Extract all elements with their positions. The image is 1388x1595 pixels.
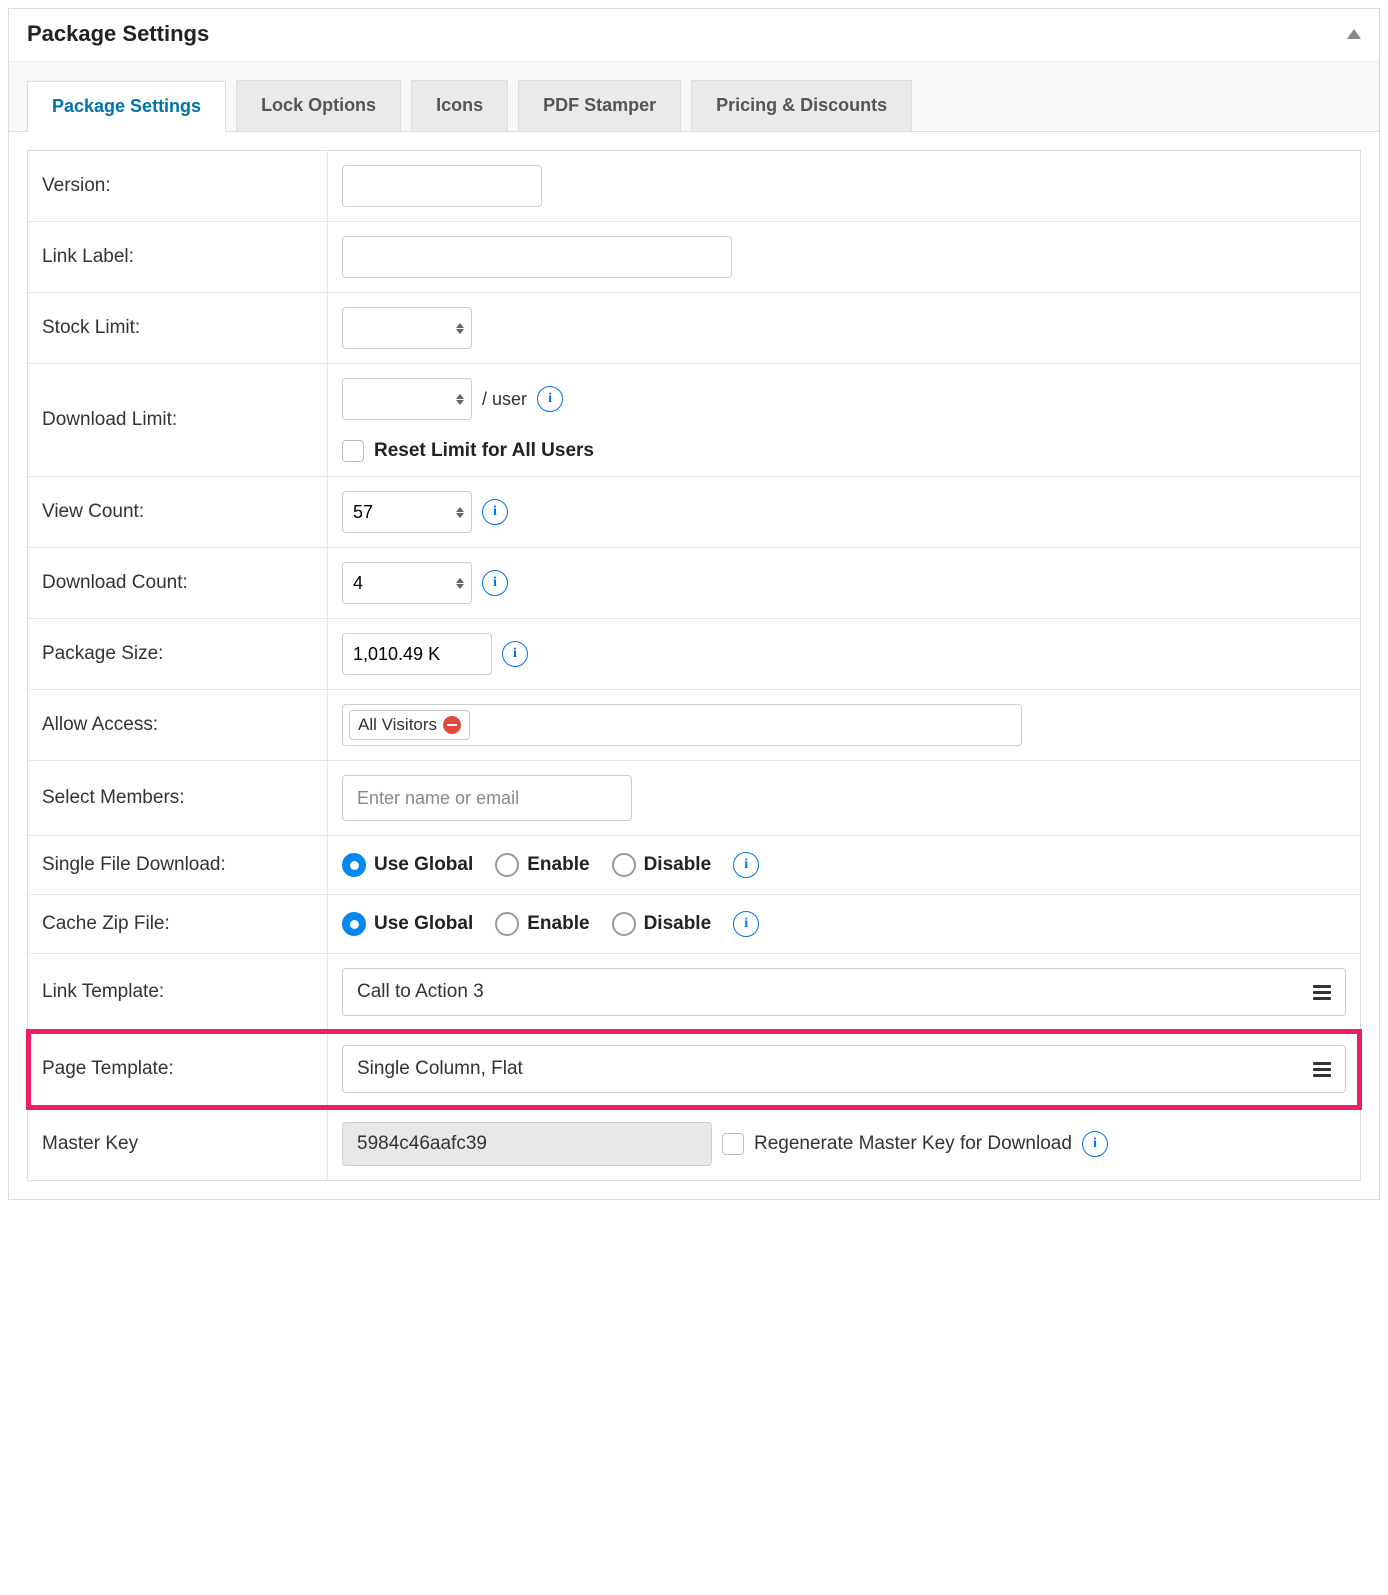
row-view-count: View Count: i [28, 477, 1360, 548]
reset-limit-label: Reset Limit for All Users [374, 440, 594, 462]
tab-package-settings[interactable]: Package Settings [27, 81, 226, 132]
label-select-members: Select Members: [28, 761, 328, 835]
reset-limit-checkbox[interactable] [342, 440, 364, 462]
row-select-members: Select Members: Enter name or email [28, 761, 1360, 836]
row-download-count: Download Count: i [28, 548, 1360, 619]
access-chip-label: All Visitors [358, 715, 437, 735]
label-single-file-download: Single File Download: [28, 836, 328, 894]
radio-label: Disable [644, 854, 712, 876]
settings-form: Version: Link Label: Stock Limit: Downlo… [27, 150, 1361, 1181]
page-template-select[interactable]: Single Column, Flat [342, 1045, 1346, 1093]
access-chip: All Visitors [349, 710, 470, 740]
download-limit-suffix: / user [482, 389, 527, 410]
collapse-toggle-icon[interactable] [1347, 29, 1361, 39]
label-version: Version: [28, 151, 328, 221]
radio-label: Use Global [374, 913, 473, 935]
row-page-template: Page Template: Single Column, Flat [28, 1031, 1360, 1108]
page-template-value: Single Column, Flat [357, 1058, 523, 1080]
info-icon[interactable]: i [502, 641, 528, 667]
regenerate-master-key-label: Regenerate Master Key for Download [754, 1133, 1072, 1155]
row-version: Version: [28, 151, 1360, 222]
radio-czf-use-global[interactable] [342, 912, 366, 936]
radio-czf-disable[interactable] [612, 912, 636, 936]
radio-czf-enable[interactable] [495, 912, 519, 936]
info-icon[interactable]: i [1082, 1131, 1108, 1157]
radio-label: Disable [644, 913, 712, 935]
tab-icons[interactable]: Icons [411, 80, 508, 131]
radio-sfd-enable[interactable] [495, 853, 519, 877]
row-cache-zip-file: Cache Zip File: Use Global Enable Disabl… [28, 895, 1360, 954]
select-members-input[interactable]: Enter name or email [342, 775, 632, 821]
radio-sfd-use-global[interactable] [342, 853, 366, 877]
menu-icon [1313, 1062, 1331, 1077]
allow-access-input[interactable]: All Visitors [342, 704, 1022, 746]
label-cache-zip-file: Cache Zip File: [28, 895, 328, 953]
info-icon[interactable]: i [482, 570, 508, 596]
label-link-template: Link Template: [28, 954, 328, 1030]
label-allow-access: Allow Access: [28, 690, 328, 760]
regenerate-master-key-checkbox[interactable] [722, 1133, 744, 1155]
label-package-size: Package Size: [28, 619, 328, 689]
tabbar: Package Settings Lock Options Icons PDF … [9, 62, 1379, 132]
tab-lock-options[interactable]: Lock Options [236, 80, 401, 131]
panel-title: Package Settings [27, 21, 209, 47]
link-template-value: Call to Action 3 [357, 981, 484, 1003]
package-size-input[interactable] [342, 633, 492, 675]
link-template-select[interactable]: Call to Action 3 [342, 968, 1346, 1016]
label-master-key: Master Key [28, 1108, 328, 1180]
label-stock-limit: Stock Limit: [28, 293, 328, 363]
download-limit-input[interactable] [342, 378, 472, 420]
link-label-input[interactable] [342, 236, 732, 278]
label-page-template: Page Template: [28, 1031, 328, 1107]
remove-chip-icon[interactable] [443, 716, 461, 734]
stock-limit-input[interactable] [342, 307, 472, 349]
row-stock-limit: Stock Limit: [28, 293, 1360, 364]
panel-header: Package Settings [9, 9, 1379, 62]
radio-sfd-disable[interactable] [612, 853, 636, 877]
row-package-size: Package Size: i [28, 619, 1360, 690]
label-download-count: Download Count: [28, 548, 328, 618]
info-icon[interactable]: i [537, 386, 563, 412]
label-link-label: Link Label: [28, 222, 328, 292]
row-link-template: Link Template: Call to Action 3 [28, 954, 1360, 1031]
tab-pricing-discounts[interactable]: Pricing & Discounts [691, 80, 912, 131]
master-key-value: 5984c46aafc39 [342, 1122, 712, 1166]
label-download-limit: Download Limit: [28, 364, 328, 476]
package-settings-panel: Package Settings Package Settings Lock O… [8, 8, 1380, 1200]
radio-label: Enable [527, 854, 589, 876]
menu-icon [1313, 985, 1331, 1000]
radio-label: Enable [527, 913, 589, 935]
info-icon[interactable]: i [733, 852, 759, 878]
info-icon[interactable]: i [482, 499, 508, 525]
info-icon[interactable]: i [733, 911, 759, 937]
row-link-label: Link Label: [28, 222, 1360, 293]
version-input[interactable] [342, 165, 542, 207]
row-allow-access: Allow Access: All Visitors [28, 690, 1360, 761]
row-master-key: Master Key 5984c46aafc39 Regenerate Mast… [28, 1108, 1360, 1180]
radio-label: Use Global [374, 854, 473, 876]
view-count-input[interactable] [342, 491, 472, 533]
label-view-count: View Count: [28, 477, 328, 547]
row-single-file-download: Single File Download: Use Global Enable … [28, 836, 1360, 895]
tab-pdf-stamper[interactable]: PDF Stamper [518, 80, 681, 131]
row-download-limit: Download Limit: / user i Reset Limit for… [28, 364, 1360, 477]
download-count-input[interactable] [342, 562, 472, 604]
